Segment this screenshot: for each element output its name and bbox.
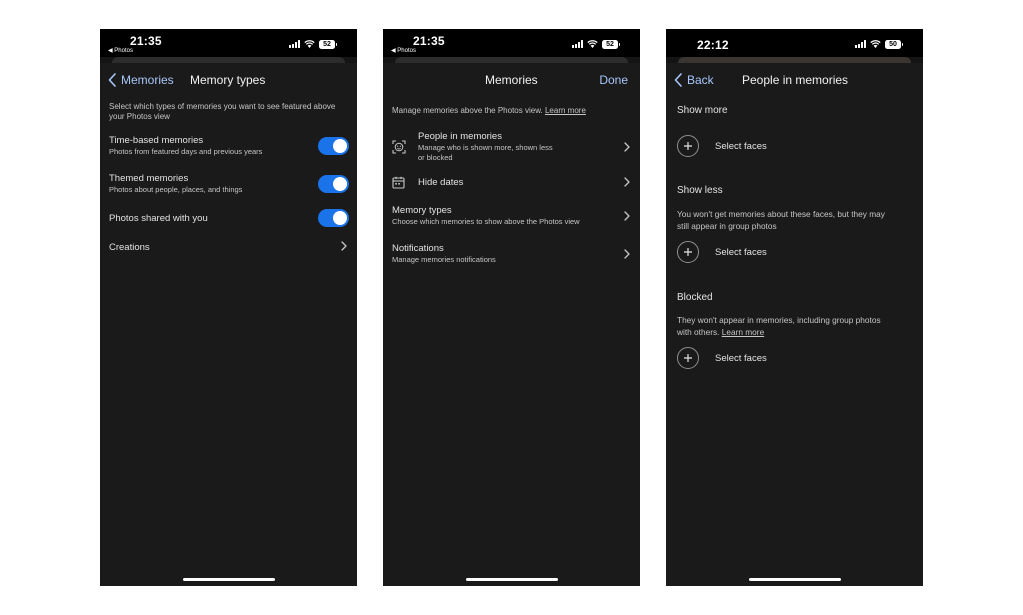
show-less-description-line2: still appear in group photos: [677, 221, 777, 231]
show-less-description-line1: You won't get memories about these faces…: [677, 209, 885, 219]
show-more-heading: Show more: [677, 105, 728, 116]
plus-icon: [684, 248, 692, 256]
phone-screen-memories: 21:35 ◀ Photos 52 Memories Done Manage m…: [383, 29, 640, 586]
battery-icon: 52: [602, 39, 620, 49]
back-to-photos-link[interactable]: ◀ Photos: [391, 47, 416, 54]
wifi-icon: [587, 40, 598, 48]
page-title: People in memories: [742, 73, 849, 87]
phone-screen-people-in-memories: 22:12 50 Back People in memories Show mo…: [666, 29, 923, 586]
battery-icon: 50: [885, 39, 903, 49]
home-indicator[interactable]: [748, 578, 841, 581]
status-bar: 22:12 50: [666, 29, 923, 57]
people-in-memories-subtitle-line1: Manage who is shown more, shown less: [418, 143, 553, 152]
battery-icon: 52: [319, 39, 337, 49]
wifi-icon: [870, 40, 881, 48]
phone-screen-memory-types: 21:35 ◀ Photos 52 Memories Memory types …: [100, 29, 357, 586]
plus-icon: [684, 354, 692, 362]
blocked-description-line1: They won't appear in memories, including…: [677, 315, 881, 325]
show-more-select-faces[interactable]: Select faces: [715, 141, 767, 152]
chevron-right-icon: [624, 142, 630, 152]
home-indicator[interactable]: [465, 578, 558, 581]
blocked-select-faces[interactable]: Select faces: [715, 353, 767, 364]
chevron-left-icon[interactable]: [674, 73, 682, 87]
themed-memories-subtitle: Photos about people, places, and things: [109, 185, 243, 194]
page-title: Memories: [485, 73, 538, 87]
chevron-right-icon: [624, 211, 630, 221]
time-based-memories-toggle[interactable]: [318, 137, 349, 155]
signal-icon: [289, 40, 300, 48]
notifications-row[interactable]: Notifications: [392, 243, 444, 254]
battery-level: 50: [885, 39, 901, 49]
show-less-heading: Show less: [677, 185, 723, 196]
battery-level: 52: [602, 39, 618, 49]
status-time: 22:12: [697, 38, 729, 52]
chevron-right-icon: [624, 177, 630, 187]
show-more-add-button[interactable]: [677, 135, 699, 157]
page-title: Memory types: [190, 73, 266, 87]
blocked-add-button[interactable]: [677, 347, 699, 369]
back-button[interactable]: Back: [687, 73, 714, 87]
status-bar: 21:35 ◀ Photos 52: [383, 29, 640, 57]
signal-icon: [855, 40, 866, 48]
memory-types-description: Select which types of memories you want …: [109, 102, 336, 121]
photos-shared-label: Photos shared with you: [109, 213, 208, 224]
chevron-right-icon: [341, 241, 347, 251]
battery-level: 52: [319, 39, 335, 49]
memories-description: Manage memories above the Photos view. L…: [392, 106, 586, 115]
show-less-add-button[interactable]: [677, 241, 699, 263]
plus-icon: [684, 142, 692, 150]
memory-types-subtitle: Choose which memories to show above the …: [392, 217, 580, 226]
signal-icon: [572, 40, 583, 48]
photos-shared-toggle[interactable]: [318, 209, 349, 227]
home-indicator[interactable]: [182, 578, 275, 581]
calendar-icon: [392, 176, 405, 189]
wifi-icon: [304, 40, 315, 48]
chevron-right-icon: [624, 249, 630, 259]
blocked-description-line2: with others. Learn more: [677, 327, 765, 337]
done-button[interactable]: Done: [599, 73, 628, 87]
memory-types-row[interactable]: Memory types: [392, 205, 452, 216]
blocked-heading: Blocked: [677, 292, 713, 303]
notifications-subtitle: Manage memories notifications: [392, 255, 496, 264]
status-time: 21:35: [130, 34, 162, 48]
show-less-select-faces[interactable]: Select faces: [715, 247, 767, 258]
face-icon: [392, 140, 406, 154]
time-based-memories-subtitle: Photos from featured days and previous y…: [109, 147, 263, 156]
creations-row[interactable]: Creations: [109, 242, 150, 253]
status-time: 21:35: [413, 34, 445, 48]
learn-more-link[interactable]: Learn more: [545, 106, 586, 115]
themed-memories-toggle[interactable]: [318, 175, 349, 193]
hide-dates-row[interactable]: Hide dates: [418, 177, 463, 188]
people-in-memories-subtitle-line2: or blocked: [418, 153, 453, 162]
themed-memories-label: Themed memories: [109, 173, 189, 184]
learn-more-link[interactable]: Learn more: [722, 327, 764, 337]
status-bar: 21:35 ◀ Photos 52: [100, 29, 357, 57]
back-to-photos-link[interactable]: ◀ Photos: [108, 47, 133, 54]
people-in-memories-row[interactable]: People in memories: [418, 131, 502, 142]
chevron-left-icon[interactable]: [108, 73, 116, 87]
time-based-memories-label: Time-based memories: [109, 135, 204, 146]
back-to-memories-button[interactable]: Memories: [121, 73, 174, 87]
